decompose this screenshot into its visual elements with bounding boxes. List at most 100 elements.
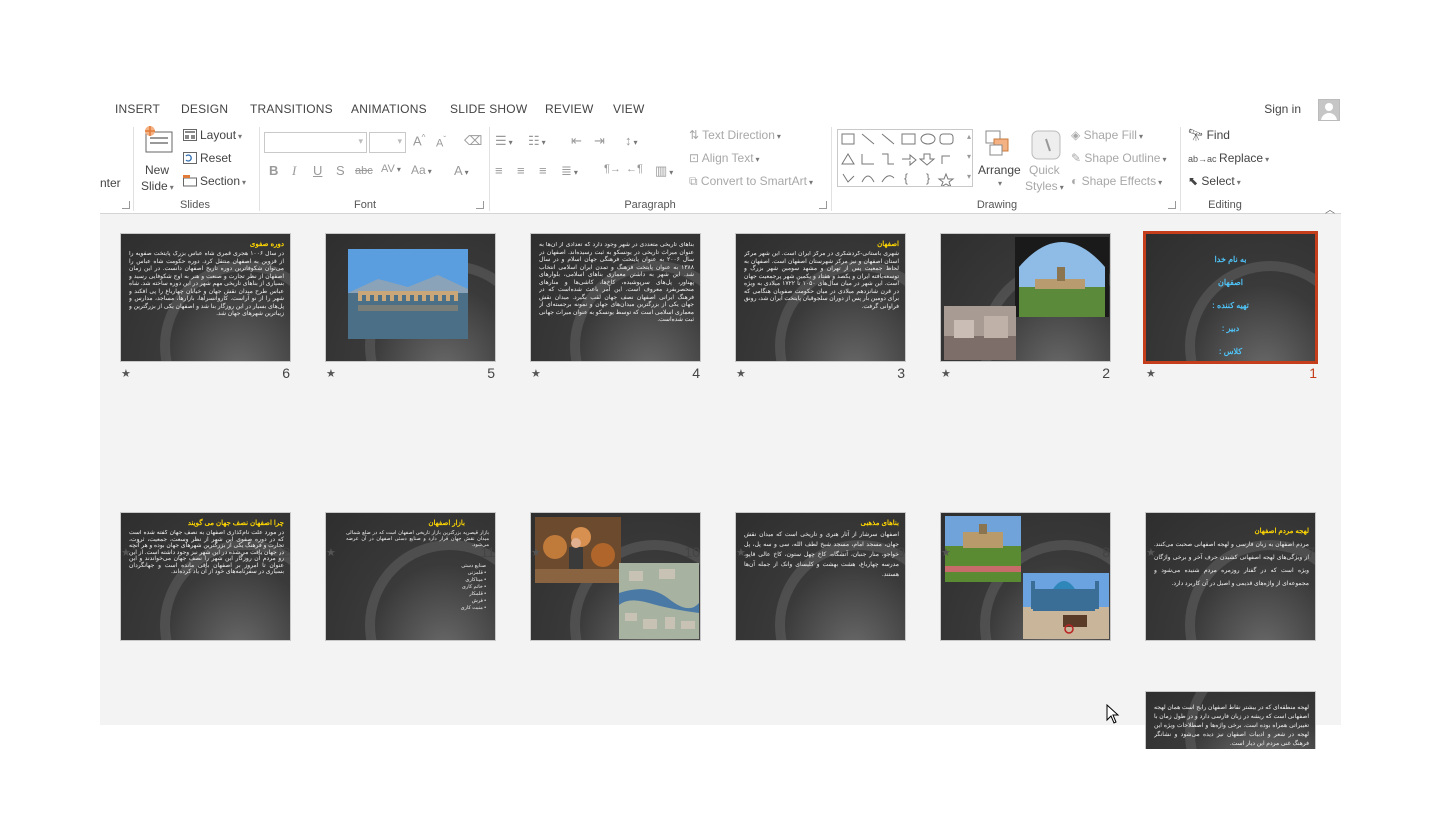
si-o-se-pol-bridge-photo <box>348 249 468 339</box>
rtl-direction-icon[interactable]: ←¶ <box>626 163 643 175</box>
drawing-launcher-icon[interactable] <box>1168 201 1176 209</box>
slide-number: 6 <box>282 365 290 381</box>
tab-animations[interactable]: ANIMATIONS <box>351 102 427 116</box>
font-color-icon[interactable]: A ▾ <box>454 163 469 178</box>
tab-insert[interactable]: INSERT <box>115 102 160 116</box>
tab-view[interactable]: VIEW <box>613 102 644 116</box>
font-launcher-icon[interactable] <box>476 201 484 209</box>
columns-icon[interactable]: ▥ ▾ <box>655 163 673 179</box>
align-right-icon[interactable]: ≡ <box>539 163 547 178</box>
underline-icon[interactable]: U <box>313 163 322 178</box>
shape-outline-button[interactable]: ✎ Shape Outline ▾ <box>1071 151 1166 165</box>
change-case-icon[interactable]: Aa ▾ <box>411 163 432 177</box>
animation-star-icon[interactable]: ★ <box>941 367 951 380</box>
align-left-icon[interactable]: ≡ <box>495 163 503 178</box>
animation-star-icon[interactable]: ★ <box>736 546 746 559</box>
clipboard-partial-label[interactable]: nter <box>100 176 121 190</box>
increase-indent-icon[interactable]: ⇥ <box>594 133 605 149</box>
slide-thumbnail-13[interactable]: لهجه منطقه‌ای که در بیشتر نقاط اصفهان را… <box>1145 691 1316 749</box>
slide-thumbnail-7[interactable]: لهجه مردم اصفهان مردم اصفهان به زبان فار… <box>1145 512 1316 641</box>
slide-thumbnail-12[interactable]: چرا اصفهان نصف جهان می گویند در مورد علت… <box>120 512 291 641</box>
reset-icon <box>183 152 197 164</box>
replace-icon: ab→ac <box>1188 154 1220 164</box>
sign-in-link[interactable]: Sign in <box>1264 102 1301 116</box>
slide-number: 3 <box>897 365 905 381</box>
slide-thumbnail-5[interactable] <box>325 233 496 362</box>
section-button[interactable]: Section ▾ <box>183 174 246 188</box>
slide-thumbnail-4[interactable]: بناهای تاریخی متعددی در شهر وجود دارد که… <box>530 233 701 362</box>
text-direction-button[interactable]: ⇅ Text Direction ▾ <box>689 128 781 142</box>
animation-star-icon[interactable]: ★ <box>1146 367 1156 380</box>
slide-title: لهجه مردم اصفهان <box>1254 528 1309 535</box>
smartart-icon: ⧉ <box>689 174 701 188</box>
slide-number: 2 <box>1102 365 1110 381</box>
new-slide-label: New <box>145 163 170 177</box>
slide-number: 10 <box>684 544 700 560</box>
reset-button[interactable]: Reset <box>183 151 231 165</box>
shape-effects-icon: ◐ <box>1071 174 1082 188</box>
animation-star-icon[interactable]: ★ <box>531 367 541 380</box>
animation-star-icon[interactable]: ★ <box>1146 546 1156 559</box>
tab-review[interactable]: REVIEW <box>545 102 594 116</box>
numbering-icon[interactable]: ☷ ▾ <box>528 133 546 149</box>
tab-design[interactable]: DESIGN <box>181 102 228 116</box>
user-avatar-icon[interactable] <box>1318 99 1340 121</box>
font-name-box[interactable] <box>264 132 367 153</box>
replace-button[interactable]: ab→ac Replace ▾ <box>1188 151 1269 165</box>
slide-thumbnail-10[interactable] <box>530 512 701 641</box>
strikethrough-icon[interactable]: abc <box>355 165 373 177</box>
animation-star-icon[interactable]: ★ <box>736 367 746 380</box>
slide-title: چرا اصفهان نصف جهان می گویند <box>187 520 284 527</box>
shadow-icon[interactable]: S <box>336 163 345 178</box>
clipboard-launcher-icon[interactable] <box>122 201 130 209</box>
slide-thumbnail-11[interactable]: بازار اصفهان بازار قیصریه بزرگترین بازار… <box>325 512 496 641</box>
slide-thumbnail-8[interactable] <box>940 512 1111 641</box>
justify-icon[interactable]: ≣ ▾ <box>561 163 578 179</box>
slide-list: صنایع دستی • قلمزنی • میناکاری • خاتم کا… <box>460 563 486 611</box>
bullets-icon[interactable]: ☰ ▾ <box>495 133 513 149</box>
ribbon-tabs: INSERT DESIGN TRANSITIONS ANIMATIONS SLI… <box>100 97 1341 121</box>
align-center-icon[interactable]: ≡ <box>517 163 525 178</box>
svg-text:}: } <box>926 171 930 185</box>
line-spacing-icon[interactable]: ↕ ▾ <box>625 133 638 148</box>
tab-slide-show[interactable]: SLIDE SHOW <box>450 102 527 116</box>
animation-star-icon[interactable]: ★ <box>326 367 336 380</box>
text-direction-icon: ⇅ <box>689 128 703 142</box>
layout-button[interactable]: Layout ▾ <box>183 128 242 142</box>
clear-formatting-icon[interactable]: ⌫ <box>464 133 482 149</box>
select-button[interactable]: ⬉ Select ▾ <box>1188 174 1241 188</box>
paragraph-launcher-icon[interactable] <box>819 201 827 209</box>
character-spacing-icon[interactable]: AV ▾ <box>381 163 401 175</box>
slide-thumbnail-6[interactable]: دوره صفوی در سال ۱۰۰۶ هجری قمری شاه عباس… <box>120 233 291 362</box>
animation-star-icon[interactable]: ★ <box>531 546 541 559</box>
slide-number: 4 <box>692 365 700 381</box>
powerpoint-window: INSERT DESIGN TRANSITIONS ANIMATIONS SLI… <box>100 97 1341 749</box>
slide-title: بناهای مذهبی <box>860 520 899 527</box>
shape-effects-button[interactable]: ◐ Shape Effects ▾ <box>1071 174 1162 188</box>
layout-icon <box>183 129 197 141</box>
tab-transitions[interactable]: TRANSITIONS <box>250 102 333 116</box>
font-size-box[interactable] <box>369 132 406 153</box>
shape-fill-button[interactable]: ◈ Shape Fill ▾ <box>1071 128 1143 142</box>
slide-thumbnail-1[interactable]: به نام خدا اصفهان تهیه کننده : دبیر : کل… <box>1143 231 1318 364</box>
align-text-button[interactable]: ⊡ Align Text ▾ <box>689 151 760 165</box>
slide-thumbnail-3[interactable]: اصفهان شهری باستانی-گردشگری در مرکز ایرا… <box>735 233 906 362</box>
find-button[interactable]: 🔭︎ Find <box>1188 128 1230 142</box>
ltr-direction-icon[interactable]: ¶→ <box>604 163 621 175</box>
animation-star-icon[interactable]: ★ <box>121 546 131 559</box>
convert-smartart-button[interactable]: ⧉ Convert to SmartArt ▾ <box>689 174 813 189</box>
italic-icon[interactable]: I <box>292 163 296 179</box>
align-text-icon: ⊡ <box>689 151 702 165</box>
grow-font-icon[interactable]: A^ <box>413 133 425 148</box>
slide-thumbnail-9[interactable]: بناهای مذهبی اصفهان سرشار از آثار هنری و… <box>735 512 906 641</box>
animation-star-icon[interactable]: ★ <box>326 546 336 559</box>
shrink-font-icon[interactable]: Aˇ <box>436 135 446 150</box>
animation-star-icon[interactable]: ★ <box>941 546 951 559</box>
animation-star-icon[interactable]: ★ <box>121 367 131 380</box>
bold-icon[interactable]: B <box>269 163 278 178</box>
collapse-ribbon-icon[interactable]: ︿ <box>1325 201 1335 216</box>
isfahan-aerial-photo <box>619 563 699 639</box>
shapes-gallery[interactable]: {} ▴ ▾ ▾ <box>837 129 973 187</box>
decrease-indent-icon[interactable]: ⇤ <box>571 133 582 149</box>
slide-thumbnail-2[interactable] <box>940 233 1111 362</box>
